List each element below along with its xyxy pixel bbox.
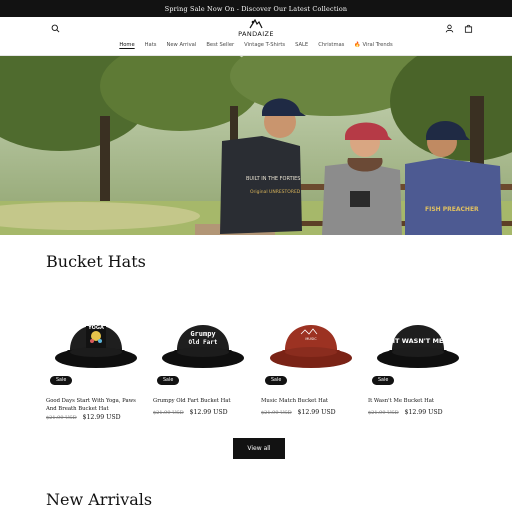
price-row: $21.99 USD $12.99 USD <box>261 409 336 416</box>
sale-price: $12.99 USD <box>189 409 228 416</box>
compare-price: $21.99 USD <box>368 410 399 416</box>
sale-price: $12.99 USD <box>404 409 443 416</box>
product-title[interactable]: Grumpy Old Fart Bucket Hat <box>153 398 253 406</box>
nav-item-viral-trends[interactable]: 🔥 Viral Trends <box>354 42 392 52</box>
nav-item-sale[interactable]: SALE <box>295 42 308 52</box>
product-card[interactable]: IT WASN'T ME Sale It Wasn't Me Bucket Ha… <box>368 296 468 428</box>
nav-item-new-arrival[interactable]: New Arrival <box>166 42 196 52</box>
product-title[interactable]: Good Days Start With Yoga, Paws And Brea… <box>46 398 146 413</box>
nav-item-christmas[interactable]: Christmas <box>318 42 344 52</box>
site-header: PANDAIZE Home Hats New Arrival Best Sell… <box>0 17 512 56</box>
product-card[interactable]: MUSIC Sale Music Match Bucket Hat $21.99… <box>261 296 361 428</box>
compare-price: $21.99 USD <box>153 410 184 416</box>
product-title[interactable]: Music Match Bucket Hat <box>261 398 361 406</box>
announcement-text: Spring Sale Now On - Discover Our Latest… <box>164 4 348 13</box>
hat-print-text: IT WASN'T ME <box>393 337 444 345</box>
sale-price: $12.99 USD <box>82 414 121 421</box>
product-card[interactable]: YOGA Sale Good Days Start With Yoga, Paw… <box>46 296 146 428</box>
search-icon[interactable] <box>49 22 61 34</box>
sale-badge: Sale <box>50 376 73 385</box>
hat-print-text: YOGA <box>87 325 104 331</box>
nav-item-home[interactable]: Home <box>119 42 134 52</box>
brand-logo[interactable]: PANDAIZE <box>236 19 276 41</box>
main-nav: Home Hats New Arrival Best Seller Vintag… <box>0 42 512 52</box>
product-image[interactable]: MUSIC <box>261 296 361 388</box>
compare-price: $21.99 USD <box>261 410 292 416</box>
svg-text:Grumpy: Grumpy <box>190 330 216 338</box>
hero-image: BUILT IN THE FORTIES Original UNRESTORED… <box>0 56 512 235</box>
hat-print-text: MUSIC <box>305 337 317 341</box>
brand-name: PANDAIZE <box>238 30 274 38</box>
panda-logo-icon <box>249 19 263 29</box>
sale-badge: Sale <box>265 376 288 385</box>
price-row: $21.99 USD $12.99 USD <box>153 409 228 416</box>
price-row: $21.99 USD $12.99 USD <box>46 414 121 421</box>
product-card[interactable]: Grumpy Old Fart Sale Grumpy Old Fart Buc… <box>153 296 253 428</box>
nav-item-hats[interactable]: Hats <box>145 42 157 52</box>
shirt-2-text: Original UNRESTORED <box>250 189 301 195</box>
product-title[interactable]: It Wasn't Me Bucket Hat <box>368 398 468 406</box>
cart-icon[interactable] <box>462 22 474 34</box>
sale-price: $12.99 USD <box>297 409 336 416</box>
svg-text:Old Fart: Old Fart <box>189 339 218 346</box>
section-title-new-arrivals: New Arrivals <box>46 490 153 509</box>
section-title-bucket-hats: Bucket Hats <box>46 252 146 271</box>
product-image[interactable]: IT WASN'T ME <box>368 296 468 388</box>
product-image[interactable]: Grumpy Old Fart <box>153 296 253 388</box>
shirt-1-text: BUILT IN THE FORTIES <box>246 176 300 182</box>
product-image[interactable]: YOGA <box>46 296 146 388</box>
account-icon[interactable] <box>443 22 455 34</box>
hero-banner[interactable]: BUILT IN THE FORTIES Original UNRESTORED… <box>0 56 512 235</box>
shirt-3-text: FISH PREACHER <box>425 206 479 213</box>
sale-badge: Sale <box>372 376 395 385</box>
compare-price: $21.99 USD <box>46 415 77 421</box>
nav-item-best-seller[interactable]: Best Seller <box>206 42 234 52</box>
announcement-bar: Spring Sale Now On - Discover Our Latest… <box>0 0 512 17</box>
nav-item-vintage-tshirts[interactable]: Vintage T-Shirts <box>244 42 285 52</box>
view-all-button[interactable]: View all <box>233 438 285 459</box>
price-row: $21.99 USD $12.99 USD <box>368 409 443 416</box>
sale-badge: Sale <box>157 376 180 385</box>
